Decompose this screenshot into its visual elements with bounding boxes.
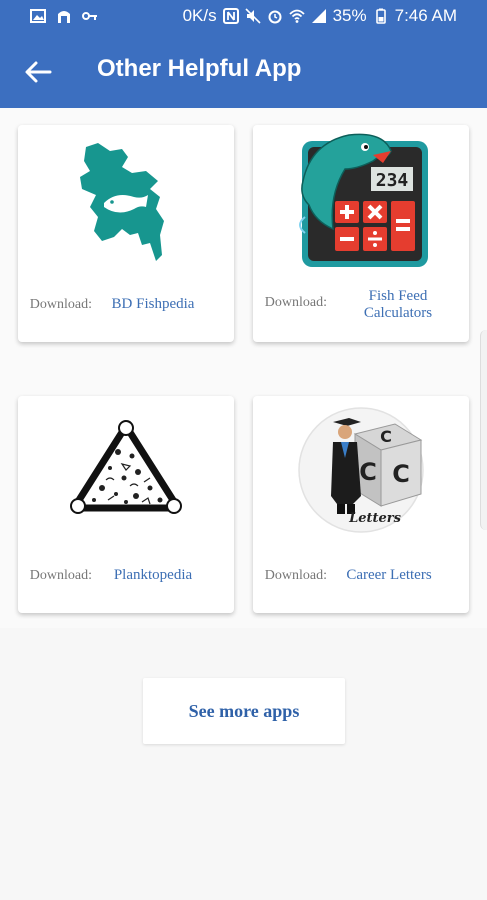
app-card-bd-fishpedia[interactable]: Download: BD Fishpedia <box>18 125 234 342</box>
app-link-fish-feed-calculators[interactable]: Fish Feed Calculators <box>351 288 445 322</box>
status-left-icons <box>30 8 98 24</box>
clock-time: 7:46 AM <box>394 6 457 25</box>
app-card-career-letters[interactable]: C C C Letters Download: Career Letters <box>253 396 469 613</box>
back-arrow-icon[interactable] <box>22 58 54 86</box>
download-label: Download: <box>29 297 92 312</box>
battery-icon <box>375 8 386 24</box>
network-speed: 0K/s <box>182 6 217 25</box>
svg-text:Letters: Letters <box>348 511 402 526</box>
status-bar: 0K/s 35% 7:46 AM <box>0 0 487 34</box>
battery-percent: 35% <box>332 6 367 25</box>
gate-icon <box>58 11 70 23</box>
svg-text:234: 234 <box>376 170 409 191</box>
download-label: Download: <box>29 568 92 583</box>
svg-text:C: C <box>392 460 410 488</box>
svg-text:C: C <box>359 458 377 486</box>
app-card-planktopedia[interactable]: Download: Planktopedia <box>18 396 234 613</box>
edge-panel-handle[interactable] <box>480 330 487 530</box>
app-link-career-letters[interactable]: Career Letters <box>333 567 445 584</box>
see-more-apps-button[interactable]: See more apps <box>143 678 345 744</box>
signal-icon <box>311 9 326 23</box>
page-title: Other Helpful App <box>97 55 302 82</box>
app-link-planktopedia[interactable]: Planktopedia <box>98 567 208 584</box>
nfc-icon <box>222 8 239 24</box>
bangladesh-map-fish-icon <box>80 143 164 261</box>
alarm-icon <box>268 10 282 24</box>
status-right-icons: 0K/s 35% 7:46 AM <box>183 6 457 26</box>
wifi-icon <box>288 9 305 23</box>
mute-icon <box>245 8 261 24</box>
app-link-bd-fishpedia[interactable]: BD Fishpedia <box>98 296 208 313</box>
app-card-fish-feed-calculators[interactable]: 234 Download: Fish Feed Calculators <box>253 125 469 342</box>
career-letters-icon: C C C Letters <box>298 407 424 533</box>
fish-calculator-icon: 234 <box>299 133 428 267</box>
download-label: Download: <box>264 295 327 310</box>
image-icon <box>30 9 46 23</box>
svg-text:C: C <box>380 427 392 446</box>
download-label: Download: <box>264 568 327 583</box>
key-icon <box>82 12 97 20</box>
plankton-triangle-icon <box>70 420 182 514</box>
app-bar: 0K/s 35% 7:46 AM Other Helpful App <box>0 0 487 108</box>
